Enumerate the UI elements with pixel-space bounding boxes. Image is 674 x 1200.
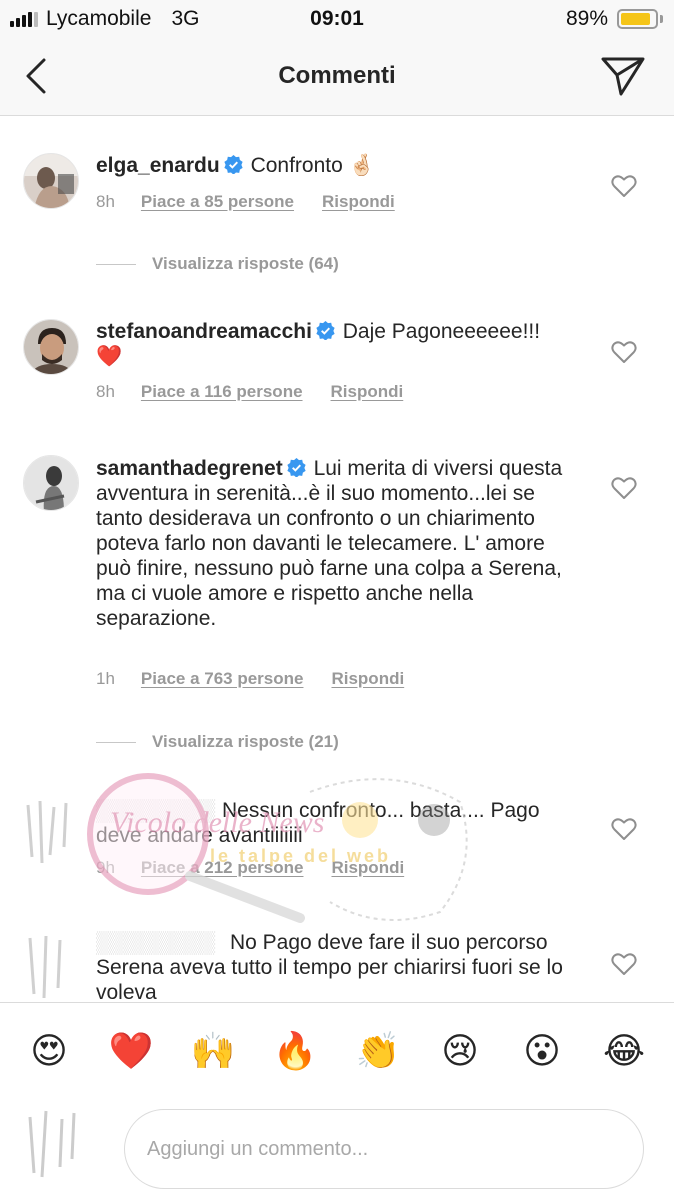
comment-body: Lui merita di viversi questa avventura i… [96, 457, 563, 630]
avatar-photo [24, 154, 78, 208]
emoji-surprised-button[interactable]: 😮 [519, 1029, 565, 1075]
avatar[interactable] [23, 455, 79, 511]
battery-percentage: 89% [566, 7, 609, 30]
my-avatar [28, 1110, 76, 1178]
heart-icon[interactable] [611, 476, 637, 500]
likes-link[interactable]: Piace a 763 persone [141, 669, 304, 688]
comment-body: Confronto 🤞🏻 [250, 154, 375, 177]
avatar-photo [24, 320, 78, 374]
comment-text: samanthadegrenet Lui merita di viversi q… [96, 456, 566, 631]
comment-username[interactable]: elga_enardu [96, 154, 220, 177]
heart-icon[interactable] [611, 952, 637, 976]
emoji-fire-button[interactable]: 🔥 [272, 1029, 318, 1075]
comment-age: 9h [96, 858, 115, 877]
heart-icon[interactable] [611, 817, 637, 841]
comment-text: elga_enardu Confronto 🤞🏻 [96, 153, 566, 178]
watermark-logo: Vicolo delle News le talpe del web [87, 773, 468, 923]
emoji-red-heart-button[interactable]: ❤️ [108, 1029, 154, 1075]
emoji-heart-eyes-button[interactable]: 😍 [26, 1029, 72, 1075]
likes-link[interactable]: Piace a 116 persone [141, 382, 303, 401]
comment-age: 1h [96, 669, 115, 688]
obscured-username: ▒▒▒▒▒▒▒▒ [96, 931, 216, 954]
heart-icon[interactable] [611, 174, 637, 198]
reply-button[interactable]: Rispondi [331, 858, 404, 877]
likes-link[interactable]: Piace a 212 persone [141, 858, 304, 877]
comment-meta: 8h Piace a 85 persone Rispondi [96, 192, 395, 212]
page-title: Commenti [278, 62, 396, 89]
likes-link[interactable]: Piace a 85 persone [141, 192, 294, 211]
heart-icon[interactable] [611, 340, 637, 364]
emoji-clapping-button[interactable]: 👏 [355, 1029, 401, 1075]
reply-button[interactable]: Rispondi [331, 382, 404, 401]
comment-text: ▒▒▒▒▒▒▒▒ No Pago deve fare il suo percors… [96, 930, 566, 1005]
comment-username[interactable]: samanthadegrenet [96, 457, 283, 480]
send-button[interactable] [600, 54, 646, 98]
view-replies-label: Visualizza risposte (21) [152, 732, 339, 751]
view-replies-divider [96, 742, 136, 744]
view-replies-label: Visualizza risposte (64) [152, 254, 339, 273]
paper-plane-icon [601, 57, 645, 96]
battery-icon [617, 9, 658, 29]
obscured-avatar [28, 935, 62, 999]
comment-age: 8h [96, 382, 115, 401]
comment-text: stefanoandreamacchi Daje Pagoneeeeee!!! ❤… [96, 319, 566, 369]
status-bar: Lycamobile 3G 09:01 89% [0, 0, 674, 38]
avatar-photo [24, 456, 78, 510]
comment-meta: 1h Piace a 763 persone Rispondi [96, 669, 404, 689]
view-replies-divider [96, 264, 136, 266]
comment-composer: 😍 ❤️ 🙌 🔥 👏 😢 😮 😂 [0, 1002, 674, 1200]
view-replies-button[interactable]: Visualizza risposte (21) [96, 732, 339, 752]
comment-text: ▒▒▒▒▒▒▒▒ Nessun confronto... basta.... Pa… [96, 798, 566, 848]
battery-fill [621, 13, 650, 25]
battery-tip [660, 15, 663, 23]
comment-meta: 9h Piace a 212 persone Rispondi [96, 858, 404, 878]
obscured-username: ▒▒▒▒▒▒▒▒ [96, 799, 216, 822]
avatar[interactable] [23, 153, 79, 209]
comment-meta: 8h Piace a 116 persone Rispondi [96, 382, 403, 402]
verified-badge-icon [224, 155, 243, 174]
navigation-bar: Commenti [0, 38, 674, 116]
emoji-crying-button[interactable]: 😢 [437, 1029, 483, 1075]
verified-badge-icon [287, 458, 306, 477]
obscured-avatar [26, 800, 68, 864]
comment-username[interactable]: stefanoandreamacchi [96, 320, 312, 343]
comment-age: 8h [96, 192, 115, 211]
view-replies-button[interactable]: Visualizza risposte (64) [96, 254, 339, 274]
comment-input[interactable] [124, 1109, 644, 1189]
reply-button[interactable]: Rispondi [331, 669, 404, 688]
emoji-quick-bar: 😍 ❤️ 🙌 🔥 👏 😢 😮 😂 [0, 1029, 674, 1079]
comment-body-emoji: ❤️ [96, 345, 123, 368]
comment-body: Daje Pagoneeeeee!!! [342, 320, 541, 343]
reply-button[interactable]: Rispondi [322, 192, 395, 211]
emoji-raised-hands-button[interactable]: 🙌 [190, 1029, 236, 1075]
emoji-laughing-button[interactable]: 😂 [601, 1029, 647, 1075]
avatar[interactable] [23, 319, 79, 375]
verified-badge-icon [316, 321, 335, 340]
